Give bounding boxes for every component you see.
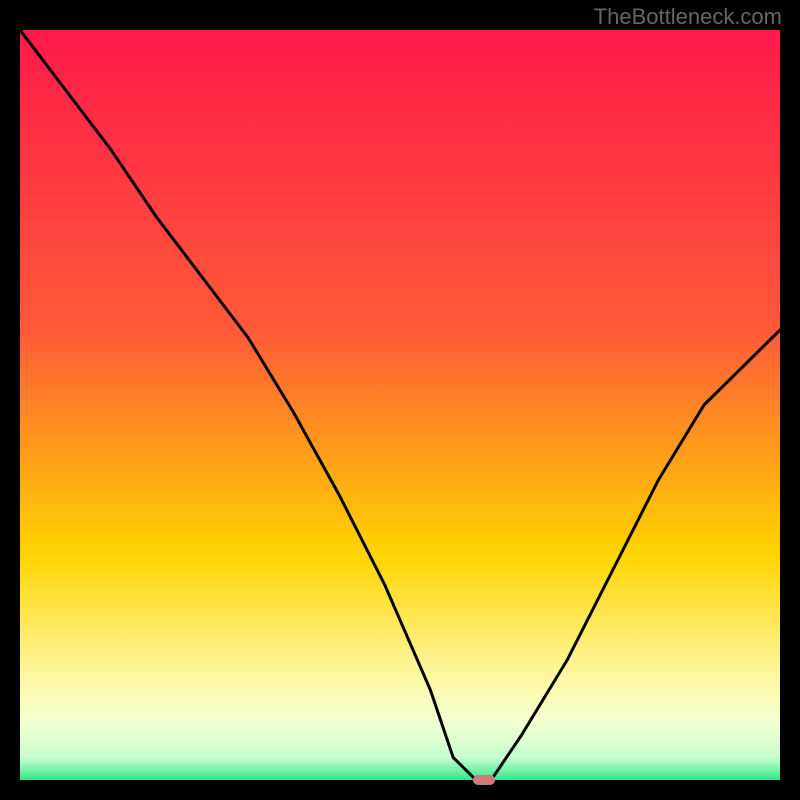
chart-svg: [20, 30, 780, 780]
chart-plot-area: [20, 30, 780, 780]
watermark-text: TheBottleneck.com: [594, 4, 782, 30]
marker-pill: [473, 775, 495, 785]
